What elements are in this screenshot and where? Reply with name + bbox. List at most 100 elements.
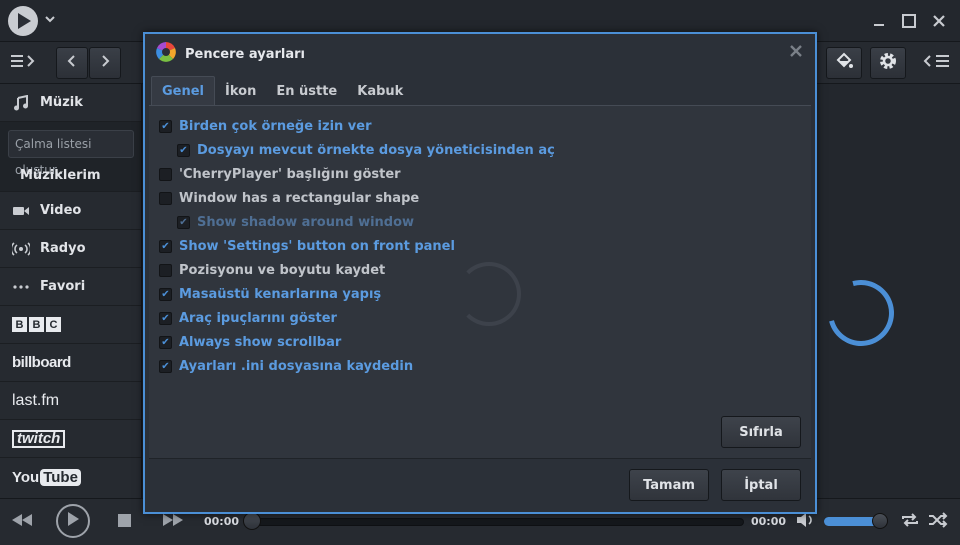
sidebar-item-twitch[interactable]: twitch	[0, 420, 141, 458]
option-checkbox-row[interactable]: Window has a rectangular shape	[159, 188, 419, 208]
reset-button[interactable]: Sıfırla	[721, 416, 801, 448]
sidebar-item-bbc[interactable]: B B C	[0, 306, 141, 344]
gear-icon	[878, 51, 898, 75]
checkbox-checked-icon[interactable]: ✔	[159, 335, 172, 349]
checkbox-unchecked-icon[interactable]	[159, 263, 172, 277]
option-checkbox-row[interactable]: ✔ Show shadow around window	[177, 212, 414, 232]
cancel-button[interactable]: İptal	[721, 469, 801, 501]
close-window-button[interactable]	[926, 8, 952, 34]
repeat-icon	[900, 512, 920, 532]
skin-button[interactable]	[826, 47, 862, 79]
chevron-down-icon	[44, 13, 56, 29]
forward-button[interactable]	[89, 47, 121, 79]
play-button[interactable]	[56, 504, 90, 538]
sidebar-item-youtube[interactable]: You Tube	[0, 458, 141, 496]
tab-shell[interactable]: Kabuk	[347, 76, 413, 106]
checkbox-unchecked-icon[interactable]	[159, 191, 172, 205]
menu-lines-icon	[10, 53, 38, 73]
stop-button[interactable]	[114, 512, 134, 532]
more-dots-icon	[12, 278, 30, 296]
repeat-button[interactable]	[898, 511, 922, 533]
option-label: Show 'Settings' button on front panel	[179, 238, 455, 254]
sidebar-toggle-button[interactable]	[4, 47, 44, 79]
option-checkbox-row[interactable]: ✔ Masaüstü kenarlarına yapış	[159, 284, 381, 304]
fast-forward-icon	[162, 513, 184, 531]
option-label: Pozisyonu ve boyutu kaydet	[179, 262, 386, 278]
sidebar-item-lastfm[interactable]: last.fm	[0, 382, 141, 420]
tab-icon[interactable]: İkon	[215, 76, 266, 106]
dialog-title-bar[interactable]: Pencere ayarları	[145, 34, 815, 74]
sidebar-item-favorites[interactable]: Favori	[0, 268, 141, 306]
twitch-logo: twitch	[12, 429, 66, 448]
video-camera-icon	[12, 202, 30, 220]
dialog-tabs: Genel İkon En üstte Kabuk	[151, 76, 413, 106]
stop-icon	[117, 513, 131, 531]
sidebar-item-label: Video	[40, 203, 82, 218]
checkbox-checked-icon[interactable]: ✔	[159, 119, 172, 133]
tab-general[interactable]: Genel	[151, 76, 216, 106]
option-checkbox-row[interactable]: 'CherryPlayer' başlığını göster	[159, 164, 401, 184]
option-checkbox-row[interactable]: Pozisyonu ve boyutu kaydet	[159, 260, 385, 280]
sidebar-item-billboard[interactable]: billboard	[0, 344, 141, 382]
ok-button[interactable]: Tamam	[629, 469, 709, 501]
youtube-logo: You Tube	[12, 468, 81, 486]
option-checkbox-row[interactable]: ✔ Birden çok örneğe izin ver	[159, 116, 372, 136]
checkbox-checked-icon[interactable]: ✔	[159, 239, 172, 253]
dialog-footer: Tamam İptal	[149, 460, 811, 510]
billboard-logo: billboard	[12, 354, 71, 371]
back-button[interactable]	[56, 47, 88, 79]
option-label: Masaüstü kenarlarına yapış	[179, 286, 382, 302]
menu-lines-left-icon	[921, 53, 951, 73]
option-checkbox-row[interactable]: ✔ Araç ipuçlarını göster	[159, 308, 337, 328]
tab-always-on-top[interactable]: En üstte	[266, 76, 347, 106]
loading-spinner-icon	[815, 267, 907, 359]
option-checkbox-row[interactable]: ✔ Ayarları .ini dosyasına kaydedin	[159, 356, 413, 376]
right-panel-toggle-button[interactable]	[916, 47, 956, 79]
sidebar: Müzik Çalma listesi oluştur... Müzikleri…	[0, 84, 142, 498]
music-note-icon	[12, 94, 30, 112]
cherryplayer-logo-icon	[8, 6, 38, 36]
sidebar-item-radio[interactable]: Radyo	[0, 230, 141, 268]
checkbox-checked-icon[interactable]: ✔	[177, 143, 190, 157]
checkbox-checked-icon[interactable]: ✔	[159, 359, 172, 373]
option-label: Ayarları .ini dosyasına kaydedin	[179, 358, 414, 374]
previous-button[interactable]	[8, 509, 36, 535]
settings-button[interactable]	[870, 47, 906, 79]
checkbox-unchecked-icon[interactable]	[159, 167, 172, 181]
seek-handle[interactable]	[243, 512, 261, 530]
window-settings-dialog: Pencere ayarları Genel İkon En üstte Kab…	[143, 32, 817, 514]
sidebar-item-video[interactable]: Video	[0, 192, 141, 230]
background-spinner-icon	[457, 262, 521, 326]
dialog-app-icon	[155, 41, 177, 67]
general-settings-panel: ✔ Birden çok örneğe izin ver ✔ Dosyayı mevc…	[149, 105, 811, 459]
sidebar-item-label: Müzik	[40, 95, 83, 110]
option-checkbox-row[interactable]: ✔ Show 'Settings' button on front panel	[159, 236, 455, 256]
seek-bar[interactable]	[248, 518, 744, 526]
create-playlist-input[interactable]: Çalma listesi oluştur...	[8, 130, 134, 177]
sidebar-item-label: Radyo	[40, 241, 86, 256]
radio-waves-icon	[12, 240, 30, 258]
close-icon	[789, 42, 803, 63]
option-label: Window has a rectangular shape	[179, 190, 420, 206]
shuffle-icon	[928, 512, 948, 532]
next-button[interactable]	[160, 512, 186, 532]
app-menu-button[interactable]	[4, 4, 76, 38]
mute-button[interactable]	[794, 511, 816, 533]
speaker-icon	[795, 512, 815, 532]
shuffle-button[interactable]	[926, 511, 950, 533]
option-checkbox-row[interactable]: ✔ Dosyayı mevcut örnekte dosya yöneticisi…	[177, 140, 555, 160]
volume-handle[interactable]	[872, 513, 888, 529]
dialog-close-button[interactable]	[787, 44, 805, 62]
my-music-item[interactable]: Müziklerim	[8, 168, 133, 183]
checkbox-checked-icon[interactable]: ✔	[159, 287, 172, 301]
lastfm-logo: last.fm	[12, 391, 60, 409]
minimize-button[interactable]	[866, 8, 892, 34]
volume-fill	[824, 517, 877, 526]
checkbox-checked-icon[interactable]: ✔	[177, 215, 190, 229]
option-label: Always show scrollbar	[179, 334, 342, 350]
sidebar-item-music[interactable]: Müzik	[0, 84, 141, 122]
maximize-button[interactable]	[896, 8, 922, 34]
checkbox-checked-icon[interactable]: ✔	[159, 311, 172, 325]
right-panel	[815, 84, 960, 498]
option-checkbox-row[interactable]: ✔ Always show scrollbar	[159, 332, 341, 352]
